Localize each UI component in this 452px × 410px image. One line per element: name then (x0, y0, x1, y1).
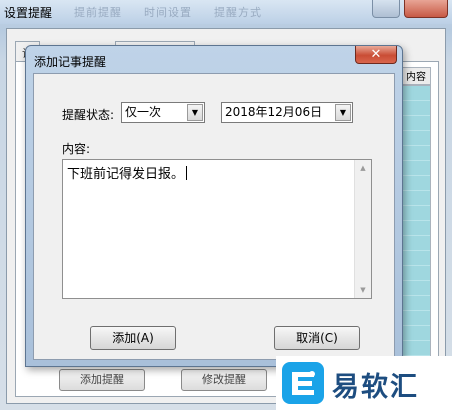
status-select-value: 仅一次 (125, 105, 162, 119)
watermark-text: 易软汇 (332, 372, 419, 403)
chevron-down-icon[interactable]: ▼ (335, 104, 351, 121)
add-reminder-button[interactable]: 添加提醒 (59, 369, 145, 391)
content-label: 内容: (62, 142, 91, 156)
faded-header-text: 时间设置 (144, 6, 192, 19)
date-picker[interactable]: 2018年12月06日 ▼ (221, 102, 353, 123)
dialog-title: 添加记事提醒 (34, 55, 107, 69)
status-select[interactable]: 仅一次 ▼ (121, 102, 205, 123)
date-picker-value: 2018年12月06日 (225, 105, 323, 119)
scroll-down-icon[interactable]: ▼ (355, 282, 371, 298)
add-note-reminder-dialog: 添加记事提醒 ✕ 提醒状态: 仅一次 ▼ 2018年12月06日 ▼ 内容: 下… (25, 45, 403, 367)
watermark: 易软汇 (276, 356, 452, 410)
logo-icon (282, 362, 324, 404)
main-close-button[interactable] (404, 0, 448, 18)
close-icon[interactable]: ✕ (355, 46, 397, 64)
dialog-client-area: 提醒状态: 仅一次 ▼ 2018年12月06日 ▼ 内容: 下班前记得发日报。 … (33, 73, 395, 360)
add-button[interactable]: 添加(A) (90, 326, 176, 350)
main-window-title: 设置提醒 (4, 6, 53, 20)
cancel-button[interactable]: 取消(C) (274, 326, 360, 350)
status-label: 提醒状态: (62, 108, 115, 122)
scroll-up-icon[interactable]: ▲ (355, 160, 371, 176)
text-caret (186, 166, 188, 180)
chevron-down-icon[interactable]: ▼ (187, 104, 203, 121)
minimize-button[interactable] (372, 0, 400, 18)
content-textarea[interactable]: 下班前记得发日报。 ▲ ▼ (62, 159, 372, 299)
vertical-scrollbar[interactable]: ▲ ▼ (354, 160, 371, 298)
faded-header-text: 提醒方式 (214, 6, 262, 19)
edit-reminder-button[interactable]: 修改提醒 (181, 369, 267, 391)
faded-header-text: 提前提醒 (74, 6, 122, 19)
main-titlebar: 设置提醒 提前提醒 时间设置 提醒方式 (0, 0, 452, 24)
content-text[interactable]: 下班前记得发日报。 (67, 163, 188, 182)
